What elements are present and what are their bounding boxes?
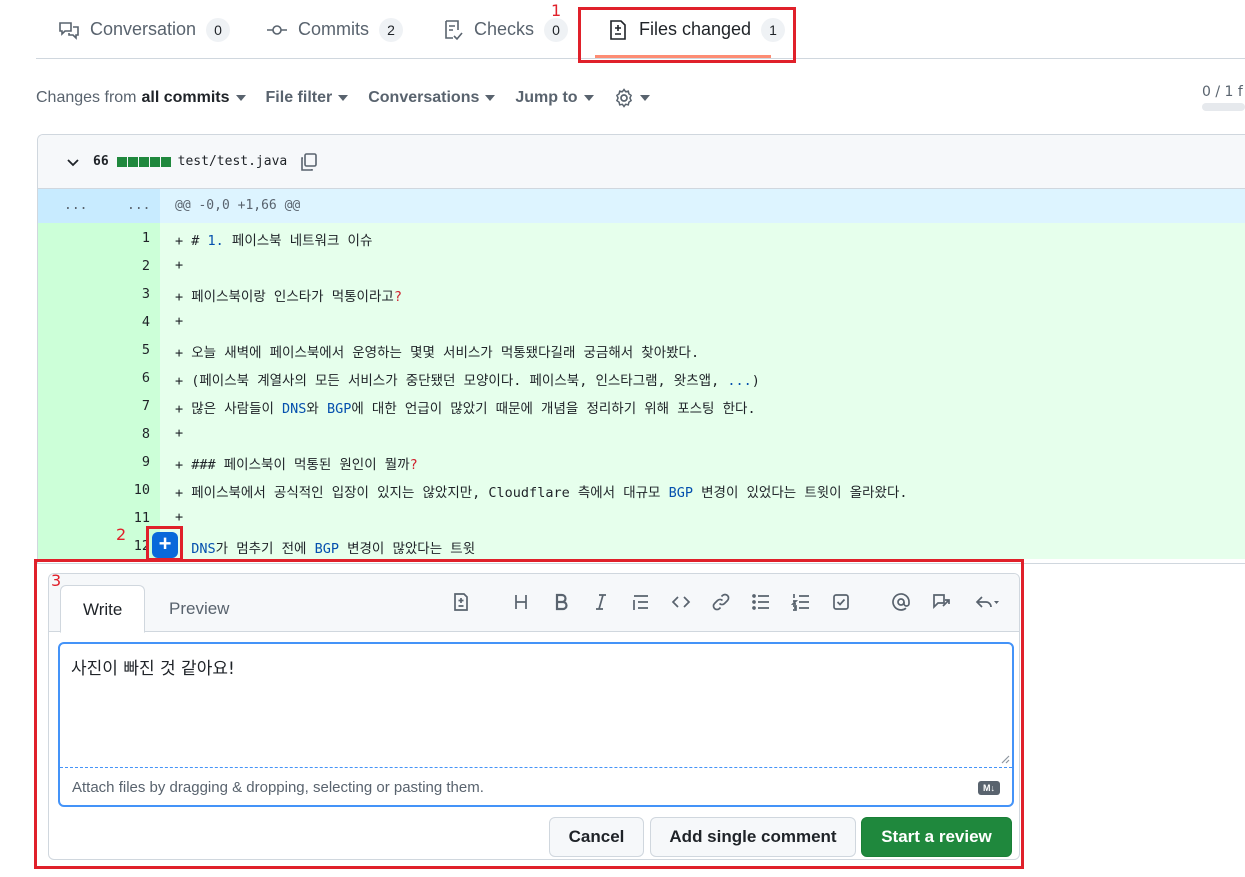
- comment-discussion-icon: [58, 19, 80, 41]
- jump-to-label: Jump to: [515, 89, 578, 106]
- line-number[interactable]: 9: [38, 454, 160, 470]
- caret-down-icon: [235, 95, 246, 101]
- line-code: +: [175, 313, 184, 329]
- chevron-down-icon[interactable]: [65, 154, 81, 170]
- line-code: DNS가 멈추기 전에 BGP 변경이 많았다는 트윗: [191, 541, 476, 557]
- copy-icon[interactable]: [299, 152, 319, 172]
- tab-count: 0: [544, 17, 569, 42]
- viewed-progress-text: 0 / 1 f: [1202, 84, 1243, 100]
- line-number[interactable]: 3: [38, 286, 160, 302]
- annotation-number: 2: [116, 525, 127, 544]
- hunk-expand-right[interactable]: ...: [127, 198, 150, 213]
- diff-line: 6 + (페이스북 계열사의 모든 서비스가 중단됐던 모양이다. 페이스북, 인…: [38, 363, 1245, 391]
- caret-down-icon: [338, 95, 349, 101]
- tab-count: 0: [206, 17, 231, 42]
- caret-down-icon: [583, 95, 594, 101]
- diff-line: 9 + ### 페이스북이 먹통된 원인이 뭘까?: [38, 447, 1245, 475]
- file-header: 66 test/test.java: [38, 135, 1245, 189]
- line-code: + 많은 사람들이 DNS와 BGP에 대한 언급이 많았기 때문에 개념을 정…: [175, 401, 756, 417]
- diffstat: [116, 156, 172, 167]
- annotation-number: 1: [551, 1, 562, 20]
- diff-line: 1 + # 1. 페이스북 네트워크 이슈: [38, 223, 1245, 251]
- diff-lines: 1 + # 1. 페이스북 네트워크 이슈 2 +3 + 페이스북이랑 인스타가 먹통이…: [38, 223, 1245, 559]
- line-number[interactable]: 7: [38, 398, 160, 414]
- line-code: + 오늘 새벽에 페이스북에서 운영하는 몇몇 서비스가 먹통됐다길래 궁금해서…: [175, 345, 700, 361]
- annotation-box-files-changed: [578, 7, 796, 63]
- line-code: +: [175, 509, 184, 525]
- line-number[interactable]: 5: [38, 342, 160, 358]
- tab-label: Checks: [474, 19, 535, 39]
- viewed-progress-bar: [1202, 103, 1245, 111]
- line-code: + ### 페이스북이 먹통된 원인이 뭘까?: [175, 457, 418, 473]
- diff-line: 5 + 오늘 새벽에 페이스북에서 운영하는 몇몇 서비스가 먹통됐다길래 궁금해…: [38, 335, 1245, 363]
- diff-line: 7 + 많은 사람들이 DNS와 BGP에 대한 언급이 많았기 때문에 개념을 …: [38, 391, 1245, 419]
- diff-line: 4 +: [38, 307, 1245, 335]
- checklist-icon: [442, 19, 464, 41]
- line-number[interactable]: 12: [38, 538, 160, 554]
- caret-down-icon: [639, 95, 650, 101]
- line-code: + # 1. 페이스북 네트워크 이슈: [175, 233, 373, 249]
- diff-line: 11 +: [38, 503, 1245, 531]
- git-commit-icon: [266, 19, 288, 41]
- line-code: +: [175, 425, 184, 441]
- annotation-box-comment-form: [34, 559, 1024, 869]
- line-number[interactable]: 8: [38, 426, 160, 442]
- changes-from-dropdown[interactable]: Changes from all commits: [36, 89, 246, 107]
- line-code: +: [175, 257, 184, 273]
- diff-toolbar: Changes from all commits File filter Con…: [36, 84, 670, 112]
- line-number[interactable]: 1: [38, 230, 160, 246]
- diff-settings-dropdown[interactable]: [614, 88, 650, 108]
- line-number[interactable]: 4: [38, 314, 160, 330]
- line-number[interactable]: 10: [38, 482, 160, 498]
- tab-label: Commits: [298, 19, 369, 39]
- line-number[interactable]: 11: [38, 510, 160, 526]
- diff-line: 3 + 페이스북이랑 인스타가 먹통이라고?: [38, 279, 1245, 307]
- line-number[interactable]: 6: [38, 370, 160, 386]
- line-number[interactable]: 2: [38, 258, 160, 274]
- file-path-link[interactable]: test/test.java: [178, 154, 288, 169]
- changes-from-label: Changes from: [36, 89, 137, 106]
- diff-line: 12 DNS가 멈추기 전에 BGP 변경이 많았다는 트윗: [38, 531, 1245, 559]
- jump-to-dropdown[interactable]: Jump to: [515, 89, 594, 107]
- hunk-header: ... ... @@ -0,0 +1,66 @@: [38, 189, 1245, 223]
- file-diff: 66 test/test.java ... ... @@ -0,0 +1,66 …: [37, 134, 1245, 564]
- conversations-dropdown[interactable]: Conversations: [368, 89, 496, 107]
- tab-commits[interactable]: Commits 2: [266, 0, 403, 59]
- tab-count: 2: [379, 17, 403, 42]
- diff-line: 2 +: [38, 251, 1245, 279]
- diff-line: 8 +: [38, 419, 1245, 447]
- changes-from-value: all commits: [141, 89, 230, 106]
- hunk-range: @@ -0,0 +1,66 @@: [175, 198, 301, 213]
- file-filter-dropdown[interactable]: File filter: [266, 89, 349, 107]
- tab-checks[interactable]: Checks 0: [442, 0, 569, 59]
- tab-conversation[interactable]: Conversation 0: [58, 0, 231, 59]
- gear-icon: [615, 88, 632, 108]
- tab-label: Conversation: [90, 19, 197, 39]
- file-changes-count: 66: [93, 154, 109, 169]
- line-code: + 페이스북에서 공식적인 입장이 있지는 않았지만, Cloudflare 측…: [175, 485, 908, 501]
- line-code: + (페이스북 계열사의 모든 서비스가 중단됐던 모양이다. 페이스북, 인스…: [175, 373, 760, 389]
- file-filter-label: File filter: [265, 89, 333, 106]
- hunk-expand-left[interactable]: ...: [64, 198, 87, 213]
- line-code: + 페이스북이랑 인스타가 먹통이라고?: [175, 289, 402, 305]
- diff-line: 10 + 페이스북에서 공식적인 입장이 있지는 않았지만, Cloudflare…: [38, 475, 1245, 503]
- conversations-label: Conversations: [368, 89, 480, 106]
- annotation-box-add-comment: [146, 526, 183, 561]
- caret-down-icon: [485, 95, 496, 101]
